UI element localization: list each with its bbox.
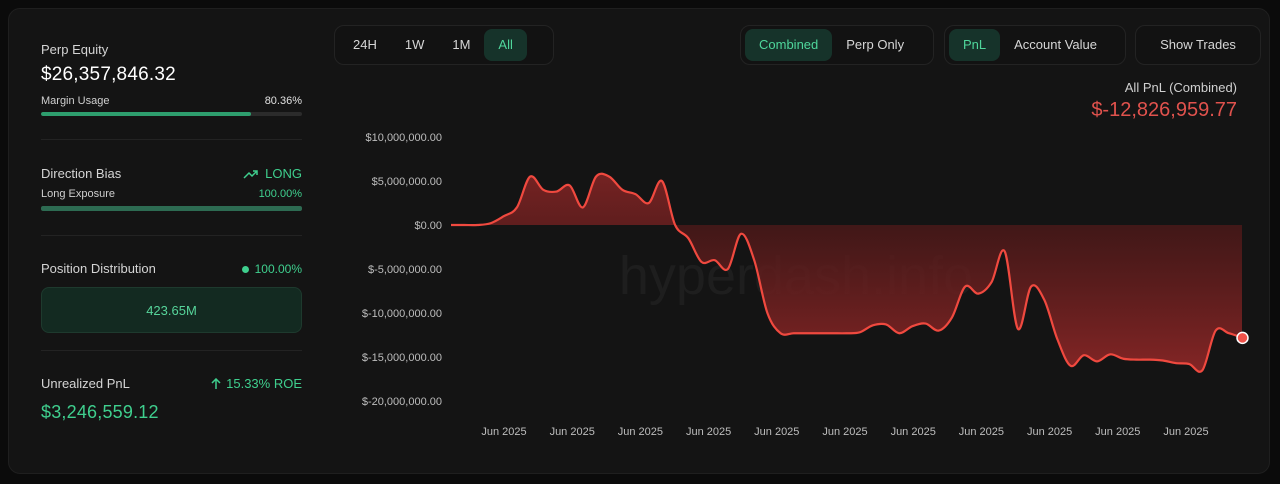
- position-distribution-value: 100.00%: [254, 261, 302, 276]
- range-button-24h[interactable]: 24H: [339, 29, 391, 61]
- perp-equity-label: Perp Equity: [41, 42, 109, 57]
- margin-usage-bar-fill: [41, 112, 251, 116]
- x-tick-label: Jun 2025: [959, 426, 1004, 438]
- margin-usage-bar: [41, 112, 302, 116]
- direction-bias-label: Direction Bias: [41, 166, 122, 181]
- status-dot-icon: [241, 265, 249, 273]
- position-distribution-amount: 423.65M: [146, 302, 197, 318]
- divider: [41, 235, 302, 236]
- x-axis: Jun 2025 Jun 2025 Jun 2025 Jun 2025 Jun 2025…: [481, 426, 1208, 438]
- perp-equity-value: $26,357,846.32: [41, 64, 176, 85]
- pnl-series: [450, 172, 1249, 373]
- pnl-title: All PnL (Combined): [1124, 80, 1237, 95]
- unrealized-pnl-value: $3,246,559.12: [41, 402, 159, 422]
- range-button-all[interactable]: All: [484, 29, 527, 61]
- range-button-1w[interactable]: 1W: [391, 29, 439, 61]
- pnl-dashboard-card: Perp Equity $26,357,846.32 Margin Usage …: [8, 8, 1270, 474]
- y-tick-label: $-10,000,000.00: [362, 308, 442, 320]
- direction-bias-indicator: LONG: [243, 166, 302, 181]
- x-tick-label: Jun 2025: [1027, 426, 1072, 438]
- arrow-up-icon: [211, 377, 221, 389]
- metric-button-account-value[interactable]: Account Value: [1000, 29, 1111, 61]
- roe-value: 15.33% ROE: [226, 376, 302, 391]
- long-exposure-value: 100.00%: [258, 188, 302, 200]
- y-tick-label: $-5,000,000.00: [368, 264, 442, 276]
- show-trades-container: Show Trades: [1135, 25, 1261, 65]
- roe-indicator: 15.33% ROE: [211, 376, 302, 391]
- pnl-area-positive: [451, 173, 1242, 225]
- x-tick-label: Jun 2025: [550, 426, 595, 438]
- margin-usage-value: 80.36%: [264, 95, 302, 107]
- perp-equity-section: Perp Equity $26,357,846.32 Margin Usage …: [41, 42, 302, 116]
- trending-up-icon: [243, 169, 258, 179]
- y-tick-label: $5,000,000.00: [372, 176, 442, 188]
- direction-bias-section: Direction Bias LONG Long Exposure 100.00…: [41, 166, 302, 211]
- metric-button-pnl[interactable]: PnL: [949, 29, 1001, 61]
- position-distribution-section: Position Distribution 100.00% 423.65M: [41, 261, 302, 333]
- unrealized-pnl-label: Unrealized PnL: [41, 376, 130, 391]
- position-distribution-label: Position Distribution: [41, 261, 156, 276]
- y-tick-label: $10,000,000.00: [366, 132, 442, 144]
- mode-button-combined[interactable]: Combined: [745, 29, 833, 61]
- unrealized-pnl-section: Unrealized PnL 15.33% ROE $3,246,559.12: [41, 376, 302, 423]
- position-distribution-bar[interactable]: 423.65M: [41, 287, 302, 333]
- divider: [41, 139, 302, 140]
- pnl-total-value: $-12,826,959.77: [1091, 99, 1237, 121]
- y-tick-label: $-15,000,000.00: [362, 352, 442, 364]
- margin-usage-label: Margin Usage: [41, 95, 110, 107]
- x-tick-label: Jun 2025: [481, 426, 526, 438]
- last-point-marker[interactable]: [1236, 331, 1249, 345]
- mode-selector: Combined Perp Only: [740, 25, 934, 65]
- x-tick-label: Jun 2025: [1095, 426, 1140, 438]
- x-tick-label: Jun 2025: [1163, 426, 1208, 438]
- y-tick-label: $0.00: [414, 220, 442, 232]
- time-range-selector: 24H 1W 1M All: [334, 25, 554, 65]
- x-tick-label: Jun 2025: [754, 426, 799, 438]
- y-tick-label: $-20,000,000.00: [362, 396, 442, 408]
- position-distribution-percent: 100.00%: [241, 261, 302, 276]
- show-trades-button[interactable]: Show Trades: [1146, 29, 1250, 61]
- long-exposure-label: Long Exposure: [41, 188, 115, 200]
- metric-selector: PnL Account Value: [944, 25, 1126, 65]
- range-button-1m[interactable]: 1M: [438, 29, 484, 61]
- x-tick-label: Jun 2025: [822, 426, 867, 438]
- x-tick-label: Jun 2025: [618, 426, 663, 438]
- x-tick-label: Jun 2025: [686, 426, 731, 438]
- mode-button-perp-only[interactable]: Perp Only: [832, 29, 918, 61]
- watermark-text: hyperdash.info: [619, 246, 973, 306]
- direction-bias-value: LONG: [265, 166, 302, 181]
- divider: [41, 350, 302, 351]
- long-exposure-bar-fill: [41, 206, 302, 211]
- pnl-line: [450, 172, 1243, 373]
- pnl-area-negative: [451, 225, 1242, 372]
- long-exposure-bar: [41, 206, 302, 211]
- y-axis: $10,000,000.00 $5,000,000.00 $0.00 $-5,000,…: [362, 132, 442, 408]
- x-tick-label: Jun 2025: [891, 426, 936, 438]
